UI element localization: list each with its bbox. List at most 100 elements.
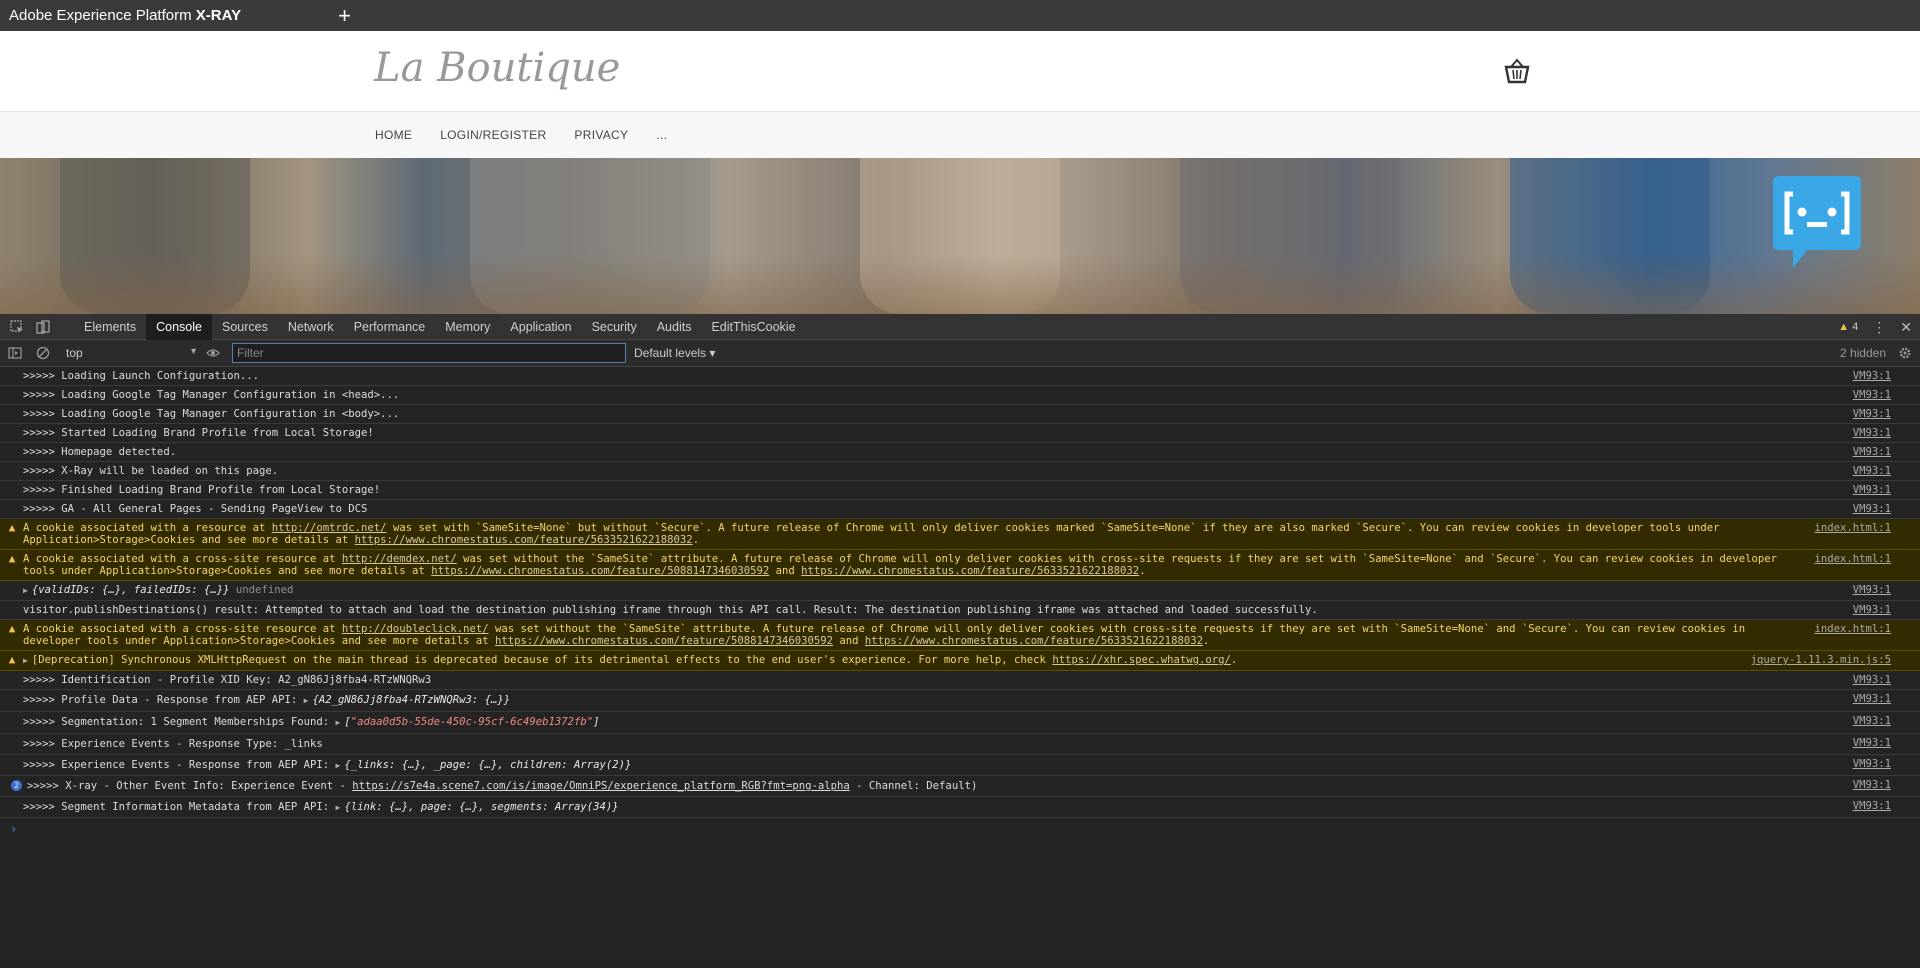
- new-tab-button[interactable]: +: [338, 4, 351, 27]
- warning-link[interactable]: https://www.chromestatus.com/feature/508…: [495, 635, 833, 647]
- app-bar: Adobe Experience Platform X-RAY +: [0, 0, 1920, 31]
- warning-link[interactable]: https://www.chromestatus.com/feature/508…: [431, 565, 769, 577]
- tab-audits[interactable]: Audits: [647, 314, 702, 340]
- site-logo[interactable]: La Boutique: [374, 45, 620, 91]
- console-warning: ▲ A cookie associated with a cross-site …: [0, 550, 1920, 581]
- basket-icon[interactable]: [1502, 57, 1532, 85]
- warning-count-badge[interactable]: ▲ 4: [1838, 321, 1858, 333]
- console-message: >>>>> Segment Information Metadata from …: [0, 797, 1920, 818]
- inspect-element-icon[interactable]: [10, 319, 24, 334]
- expand-arrow-icon[interactable]: ▶: [336, 803, 341, 812]
- source-link[interactable]: VM93:1: [1853, 758, 1891, 770]
- console-message: >>>>> Experience Events - Response from …: [0, 755, 1920, 776]
- source-link[interactable]: VM93:1: [1853, 503, 1891, 515]
- site-nav: HOME LOGIN/REGISTER PRIVACY ...: [0, 112, 1920, 158]
- source-link[interactable]: jquery-1.11.3.min.js:5: [1751, 654, 1891, 666]
- source-link[interactable]: VM93:1: [1853, 674, 1891, 686]
- source-link[interactable]: VM93:1: [1853, 800, 1891, 812]
- dropdown-arrow-icon: ▼: [189, 346, 198, 356]
- tab-editthiscookie[interactable]: EditThisCookie: [701, 314, 805, 340]
- source-link[interactable]: VM93:1: [1853, 370, 1891, 382]
- console-output: >>>>> Loading Launch Configuration... VM9…: [0, 367, 1920, 968]
- tab-elements[interactable]: Elements: [74, 314, 146, 340]
- console-filter-input[interactable]: [232, 343, 626, 363]
- expand-arrow-icon[interactable]: ▶: [336, 718, 341, 727]
- tab-network[interactable]: Network: [278, 314, 344, 340]
- expand-arrow-icon[interactable]: ▶: [23, 586, 28, 595]
- expand-arrow-icon[interactable]: ▶: [336, 761, 341, 770]
- log-levels-dropdown[interactable]: Default levels ▾: [634, 346, 715, 360]
- source-link[interactable]: VM93:1: [1853, 484, 1891, 496]
- warning-icon: ▲: [8, 521, 16, 534]
- expand-arrow-icon[interactable]: ▶: [304, 696, 309, 705]
- nav-privacy[interactable]: PRIVACY: [574, 128, 628, 142]
- live-expression-eye-icon[interactable]: [206, 346, 220, 360]
- source-link[interactable]: VM93:1: [1853, 427, 1891, 439]
- tab-console[interactable]: Console: [146, 313, 212, 340]
- device-toolbar-icon[interactable]: [36, 319, 50, 334]
- event-link[interactable]: https://s7e4a.scene7.com/is/image/OmniPS…: [352, 780, 849, 792]
- warning-link[interactable]: https://www.chromestatus.com/feature/563…: [801, 565, 1139, 577]
- source-link[interactable]: VM93:1: [1853, 604, 1891, 616]
- console-prompt[interactable]: ›: [0, 818, 1920, 840]
- console-message: 2 >>>>> X-ray - Other Event Info: Experi…: [0, 776, 1920, 797]
- hero-shade: [0, 254, 1920, 314]
- warning-link[interactable]: https://www.chromestatus.com/feature/563…: [355, 534, 693, 546]
- app-title: Adobe Experience Platform X-RAY: [9, 7, 242, 24]
- tab-sources[interactable]: Sources: [212, 314, 278, 340]
- console-object[interactable]: ▶ {validIDs: {…}, failedIDs: {…}} undefin…: [0, 581, 1920, 601]
- console-message: >>>>> Loading Launch Configuration... VM9…: [0, 367, 1920, 386]
- source-link[interactable]: VM93:1: [1853, 584, 1891, 596]
- devtools-tabs: Elements Console Sources Network Perform…: [74, 313, 806, 340]
- close-devtools-icon[interactable]: ✕: [1900, 319, 1912, 336]
- nav-login-register[interactable]: LOGIN/REGISTER: [440, 128, 546, 142]
- console-message: >>>>> Started Loading Brand Profile from…: [0, 424, 1920, 443]
- warning-icon: ▲: [1838, 321, 1850, 333]
- source-link[interactable]: index.html:1: [1814, 623, 1891, 635]
- nav-more[interactable]: ...: [656, 128, 667, 142]
- sidebar-toggle-icon[interactable]: [8, 346, 22, 360]
- devtools-panel: Elements Console Sources Network Perform…: [0, 313, 1920, 968]
- console-message: visitor.publishDestinations() result: At…: [0, 601, 1920, 620]
- tab-application[interactable]: Application: [500, 314, 581, 340]
- warning-icon: ▲: [8, 552, 16, 565]
- site-header: La Boutique: [0, 31, 1920, 112]
- warning-link[interactable]: https://www.chromestatus.com/feature/563…: [865, 635, 1203, 647]
- warning-icon: ▲: [8, 622, 16, 635]
- console-message: >>>>> Profile Data - Response from AEP A…: [0, 690, 1920, 712]
- console-warning: ▲ A cookie associated with a resource at…: [0, 519, 1920, 550]
- console-message: >>>>> Loading Google Tag Manager Configu…: [0, 386, 1920, 405]
- clear-console-icon[interactable]: [36, 346, 50, 360]
- source-link[interactable]: VM93:1: [1853, 465, 1891, 477]
- tab-security[interactable]: Security: [582, 314, 647, 340]
- source-link[interactable]: VM93:1: [1853, 408, 1891, 420]
- tab-memory[interactable]: Memory: [435, 314, 500, 340]
- console-message: >>>>> Homepage detected. VM93:1: [0, 443, 1920, 462]
- hero-image: [0, 158, 1920, 314]
- tab-performance[interactable]: Performance: [344, 314, 436, 340]
- source-link[interactable]: VM93:1: [1853, 446, 1891, 458]
- warning-link[interactable]: https://xhr.spec.whatwg.org/: [1052, 654, 1231, 666]
- nav-home[interactable]: HOME: [375, 128, 412, 142]
- context-select[interactable]: top ▼: [66, 346, 198, 360]
- source-link[interactable]: VM93:1: [1853, 779, 1891, 791]
- console-warning: ▲ A cookie associated with a cross-site …: [0, 620, 1920, 651]
- console-message: >>>>> Experience Events - Response Type:…: [0, 734, 1920, 755]
- warning-icon: ▲: [8, 653, 16, 666]
- warning-link[interactable]: http://doubleclick.net/: [342, 623, 489, 635]
- expand-arrow-icon[interactable]: ▶: [23, 656, 28, 665]
- source-link[interactable]: VM93:1: [1853, 715, 1891, 727]
- source-link[interactable]: VM93:1: [1853, 693, 1891, 705]
- more-options-icon[interactable]: ⋮: [1872, 319, 1886, 336]
- console-message: >>>>> Loading Google Tag Manager Configu…: [0, 405, 1920, 424]
- warning-link[interactable]: http://omtrdc.net/: [272, 522, 387, 534]
- chatbot-icon[interactable]: [1771, 174, 1863, 270]
- console-settings-gear-icon[interactable]: [1898, 346, 1912, 360]
- source-link[interactable]: VM93:1: [1853, 737, 1891, 749]
- warning-link[interactable]: http://demdex.net/: [342, 553, 457, 565]
- console-message: >>>>> X-Ray will be loaded on this page.…: [0, 462, 1920, 481]
- source-link[interactable]: index.html:1: [1814, 553, 1891, 565]
- console-warning: ▲ ▶ [Deprecation] Synchronous XMLHttpRequ…: [0, 651, 1920, 671]
- source-link[interactable]: index.html:1: [1814, 522, 1891, 534]
- source-link[interactable]: VM93:1: [1853, 389, 1891, 401]
